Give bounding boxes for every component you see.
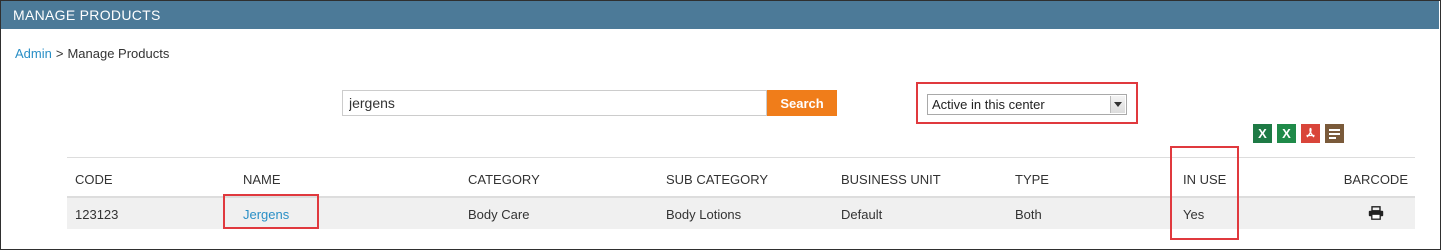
column-header-name[interactable]: NAME bbox=[243, 172, 281, 187]
excel-icon[interactable]: X bbox=[1253, 124, 1272, 143]
column-header-type[interactable]: TYPE bbox=[1015, 172, 1049, 187]
breadcrumb: Admin > Manage Products bbox=[15, 46, 169, 61]
cell-type: Both bbox=[1015, 207, 1042, 222]
breadcrumb-admin-link[interactable]: Admin bbox=[15, 46, 52, 61]
breadcrumb-current: Manage Products bbox=[67, 46, 170, 61]
status-filter-select[interactable]: Active in this center bbox=[927, 94, 1127, 115]
cell-in-use: Yes bbox=[1183, 207, 1205, 222]
search-input[interactable] bbox=[342, 90, 767, 116]
cell-code: 123123 bbox=[75, 207, 119, 222]
status-filter-value: Active in this center bbox=[932, 97, 1045, 112]
page-title: MANAGE PRODUCTS bbox=[13, 7, 161, 23]
pdf-icon[interactable] bbox=[1301, 124, 1320, 143]
cell-category: Body Care bbox=[468, 207, 530, 222]
breadcrumb-separator: > bbox=[55, 46, 64, 61]
chevron-down-icon bbox=[1110, 96, 1125, 113]
table-row: 123123 Jergens Body Care Body Lotions De… bbox=[67, 198, 1415, 229]
column-header-barcode[interactable]: BARCODE bbox=[1344, 172, 1408, 187]
column-header-in-use[interactable]: IN USE bbox=[1183, 172, 1226, 187]
column-header-sub-category[interactable]: SUB CATEGORY bbox=[666, 172, 768, 187]
text-doc-icon[interactable] bbox=[1325, 124, 1344, 143]
column-header-code[interactable]: CODE bbox=[75, 172, 113, 187]
product-name-link[interactable]: Jergens bbox=[243, 207, 289, 222]
column-header-category[interactable]: CATEGORY bbox=[468, 172, 540, 187]
column-header-business-unit[interactable]: BUSINESS UNIT bbox=[841, 172, 941, 187]
cell-sub-category: Body Lotions bbox=[666, 207, 742, 222]
page-header: MANAGE PRODUCTS bbox=[1, 1, 1439, 29]
table-header-row: CODE NAME CATEGORY SUB CATEGORY BUSINESS… bbox=[67, 158, 1415, 198]
search-button[interactable]: Search bbox=[767, 90, 837, 116]
printer-icon[interactable] bbox=[1368, 206, 1384, 220]
cell-business-unit: Default bbox=[841, 207, 883, 222]
excel-alt-icon[interactable]: X bbox=[1277, 124, 1296, 143]
